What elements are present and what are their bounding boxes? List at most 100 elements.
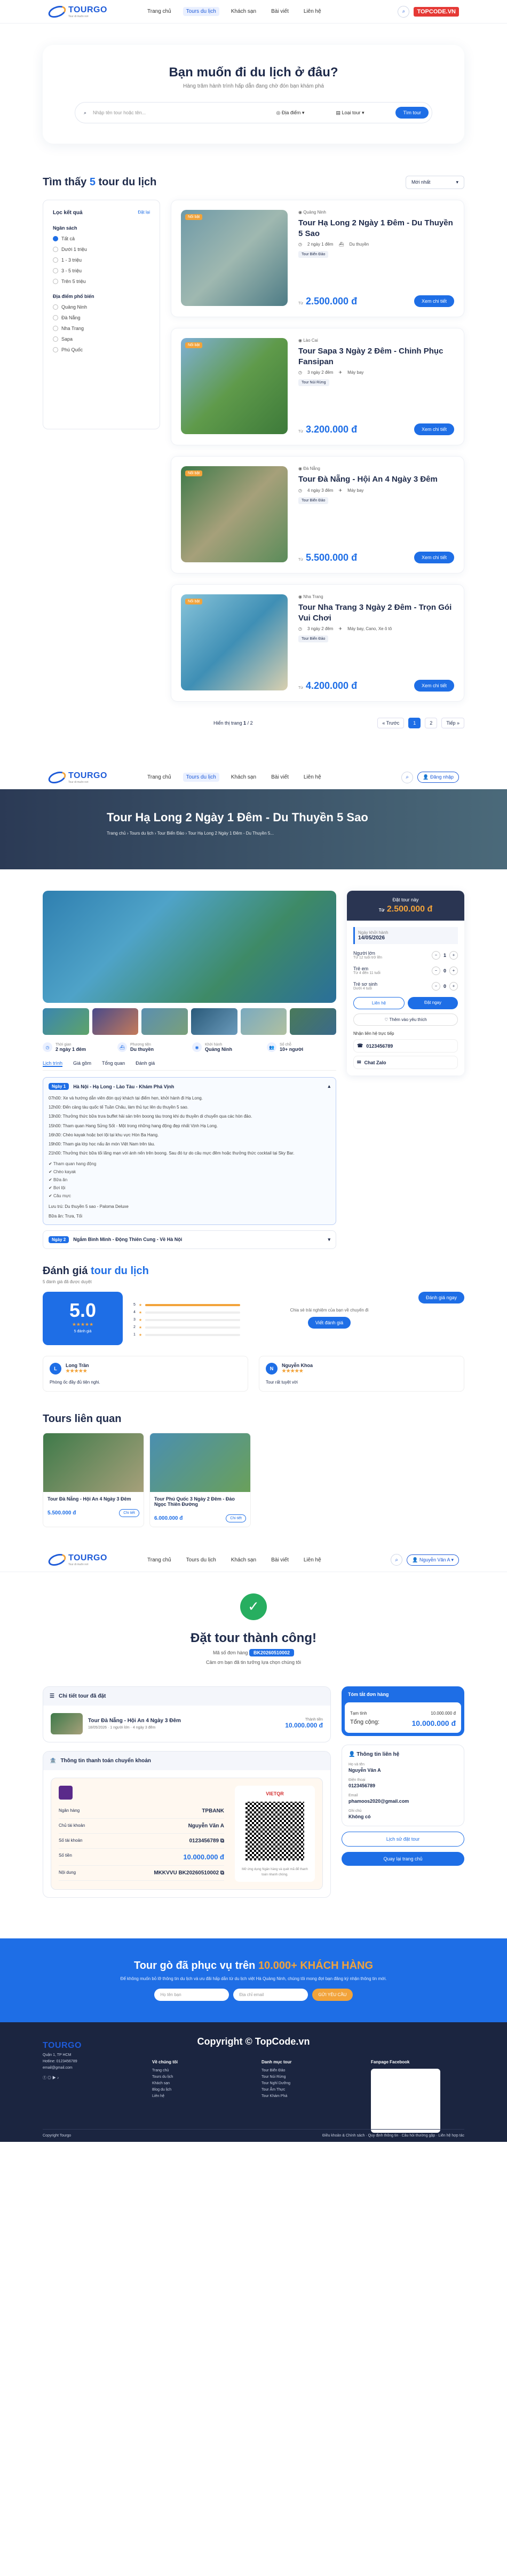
day-header[interactable]: Ngày 1 Hà Nội - Hạ Long - Lào Tàu - Khám … — [49, 1083, 330, 1090]
nav-blog[interactable]: Bài viết — [268, 773, 292, 782]
related-image[interactable] — [150, 1433, 250, 1492]
tab-overview[interactable]: Tổng quan — [102, 1061, 125, 1067]
next-page-button[interactable]: Tiếp » — [441, 718, 464, 728]
plus-button[interactable]: + — [449, 966, 458, 975]
memo-value[interactable]: MKKVVU BK20260510002 ⧉ — [154, 1870, 224, 1876]
add-review-button[interactable]: Đánh giá ngay — [418, 1291, 464, 1303]
footer-link[interactable]: Tour Biển Đảo — [262, 2069, 355, 2072]
tour-type-select[interactable]: ▤ Loại tour ▾ — [336, 110, 389, 116]
tour-card[interactable]: Nổi bật ◉ Đà Nẵng Tour Đà Nẵng - Hội An … — [171, 456, 464, 574]
nav-hotels[interactable]: Khách sạn — [228, 1556, 259, 1565]
copy-icon[interactable]: ⧉ — [220, 1838, 224, 1844]
prev-page-button[interactable]: « Trước — [377, 718, 405, 728]
dest-option[interactable]: Phú Quốc — [53, 347, 150, 352]
footer-link[interactable]: Liên hệ — [152, 2094, 245, 2098]
nav-blog[interactable]: Bài viết — [268, 7, 292, 16]
plus-button[interactable]: + — [449, 951, 458, 960]
related-detail-button[interactable]: Chi tiết — [226, 1514, 246, 1522]
related-detail-button[interactable]: Chi tiết — [119, 1509, 139, 1517]
nav-home[interactable]: Trang chủ — [144, 1556, 175, 1565]
gallery-thumb[interactable] — [141, 1008, 188, 1035]
search-button[interactable]: Tìm tour — [395, 107, 429, 119]
nav-hotels[interactable]: Khách sạn — [228, 773, 259, 782]
tour-image[interactable]: Nổi bật — [181, 594, 288, 690]
minus-button[interactable]: − — [431, 951, 440, 960]
nav-home[interactable]: Trang chủ — [144, 773, 175, 782]
copy-icon[interactable]: ⧉ — [220, 1870, 224, 1876]
instagram-icon[interactable]: ◎ — [47, 2076, 51, 2080]
nav-blog[interactable]: Bài viết — [268, 1556, 292, 1565]
write-review-button[interactable]: Viết đánh giá — [307, 1317, 351, 1329]
gallery-thumb[interactable] — [290, 1008, 337, 1035]
related-card-title[interactable]: Tour Đà Nẵng - Hội An 4 Ngày 3 Đêm — [47, 1496, 139, 1502]
footer-policy-links[interactable]: Điều khoản & Chính sách · Quy định thông… — [322, 2134, 464, 2138]
footer-link[interactable]: Khách sạn — [152, 2082, 245, 2085]
minus-button[interactable]: − — [431, 981, 440, 991]
tour-card[interactable]: Nổi bật ◉ Lào Cai Tour Sapa 3 Ngày 2 Đêm… — [171, 328, 464, 445]
facebook-embed[interactable] — [371, 2068, 440, 2133]
gallery-thumb[interactable] — [191, 1008, 237, 1035]
newsletter-email-input[interactable]: Địa chỉ email — [233, 1988, 308, 2001]
login-button[interactable]: 👤 Đăng nhập — [417, 772, 459, 783]
minus-button[interactable]: − — [431, 966, 440, 975]
footer-link[interactable]: Tour Núi Rừng — [262, 2075, 355, 2079]
nav-contact[interactable]: Liên hệ — [300, 7, 324, 16]
booking-history-button[interactable]: Lịch sử đặt tour — [342, 1831, 464, 1847]
gallery-thumb[interactable] — [240, 1008, 287, 1035]
filter-reset-link[interactable]: Đặt lại — [138, 210, 150, 216]
view-detail-button[interactable]: Xem chi tiết — [414, 295, 454, 307]
price-option[interactable]: Tất cả — [53, 236, 150, 241]
brand-logo[interactable]: TOURGO Tour di muôn nơi — [46, 769, 128, 786]
footer-link[interactable]: Blog du lịch — [152, 2088, 245, 2092]
gallery-main-image[interactable] — [43, 891, 336, 1003]
view-detail-button[interactable]: Xem chi tiết — [414, 680, 454, 692]
tour-card[interactable]: Nổi bật ◉ Quảng Ninh Tour Hạ Long 2 Ngày… — [171, 200, 464, 317]
related-card-title[interactable]: Tour Phú Quốc 3 Ngày 2 Đêm - Đảo Ngọc Th… — [154, 1496, 246, 1507]
itinerary-day-2[interactable]: Ngày 2 Ngắm Bình Minh - Động Thiên Cung -… — [43, 1230, 336, 1249]
date-picker[interactable]: Ngày khởi hành 14/05/2026 — [353, 927, 458, 944]
sort-select[interactable]: Mới nhất ▾ — [406, 176, 464, 189]
footer-link[interactable]: Tour Ẩm Thực — [262, 2088, 355, 2092]
price-option[interactable]: Trên 5 triệu — [53, 279, 150, 284]
tour-title[interactable]: Tour Nha Trang 3 Ngày 2 Đêm - Trọn Gói V… — [298, 602, 454, 623]
tiktok-icon[interactable]: ♪ — [57, 2076, 59, 2080]
brand-logo[interactable]: TOURGO Tour di muôn nơi — [46, 1551, 128, 1568]
brand-logo[interactable]: TOURGO Tour di muôn nơi — [46, 3, 128, 20]
nav-home[interactable]: Trang chủ — [144, 7, 175, 16]
account-value[interactable]: 0123456789 ⧉ — [189, 1838, 224, 1844]
nav-contact[interactable]: Liên hệ — [300, 773, 324, 782]
nav-tours[interactable]: Tours du lịch — [183, 1556, 219, 1565]
plus-button[interactable]: + — [449, 981, 458, 991]
footer-link[interactable]: Tours du lịch — [152, 2075, 245, 2079]
tour-title[interactable]: Tour Hạ Long 2 Ngày 1 Đêm - Du Thuyền 5 … — [298, 218, 454, 239]
wishlist-button[interactable]: ♡ Thêm vào yêu thích — [353, 1014, 458, 1026]
newsletter-name-input[interactable]: Họ tên bạn — [154, 1988, 229, 2001]
footer-link[interactable]: Tour Nghỉ Dưỡng — [262, 2082, 355, 2085]
tab-itinerary[interactable]: Lịch trình — [43, 1061, 63, 1067]
related-image[interactable] — [43, 1433, 144, 1492]
facebook-icon[interactable]: ⓕ — [43, 2076, 46, 2080]
related-card[interactable]: Tour Đà Nẵng - Hội An 4 Ngày 3 Đêm 5.500.… — [43, 1432, 144, 1527]
view-detail-button[interactable]: Xem chi tiết — [414, 552, 454, 563]
contact-button[interactable]: Liên hệ — [353, 997, 405, 1009]
tour-title[interactable]: Tour Đà Nẵng - Hội An 4 Ngày 3 Đêm — [298, 474, 454, 485]
price-option[interactable]: Dưới 1 triệu — [53, 247, 150, 252]
dest-option[interactable]: Đà Nẵng — [53, 315, 150, 320]
tour-image[interactable]: Nổi bật — [181, 466, 288, 562]
nav-contact[interactable]: Liên hệ — [300, 1556, 324, 1565]
tab-reviews[interactable]: Đánh giá — [136, 1061, 155, 1067]
search-icon[interactable]: ⌕ — [401, 771, 414, 783]
destination-select[interactable]: ◎ Địa điểm ▾ — [276, 110, 329, 116]
tour-image[interactable]: Nổi bật — [181, 210, 288, 306]
dest-option[interactable]: Nha Trang — [53, 326, 150, 331]
gallery-thumb[interactable] — [43, 1008, 89, 1035]
footer-link[interactable]: Tour Khám Phá — [262, 2094, 355, 2098]
nav-tours[interactable]: Tours du lịch — [183, 773, 219, 782]
footer-link[interactable]: Trang chủ — [152, 2069, 245, 2072]
gallery-thumb[interactable] — [92, 1008, 139, 1035]
breadcrumb[interactable]: Trang chủ › Tours du lịch › Tour Biển Đả… — [107, 831, 400, 836]
zalo-contact[interactable]: ✉ Chat Zalo — [353, 1056, 458, 1069]
newsletter-submit-button[interactable]: GỬI YÊU CẦU — [312, 1988, 353, 2001]
search-icon[interactable]: ⌕ — [391, 1554, 403, 1566]
related-card[interactable]: Tour Phú Quốc 3 Ngày 2 Đêm - Đảo Ngọc Th… — [149, 1432, 251, 1527]
